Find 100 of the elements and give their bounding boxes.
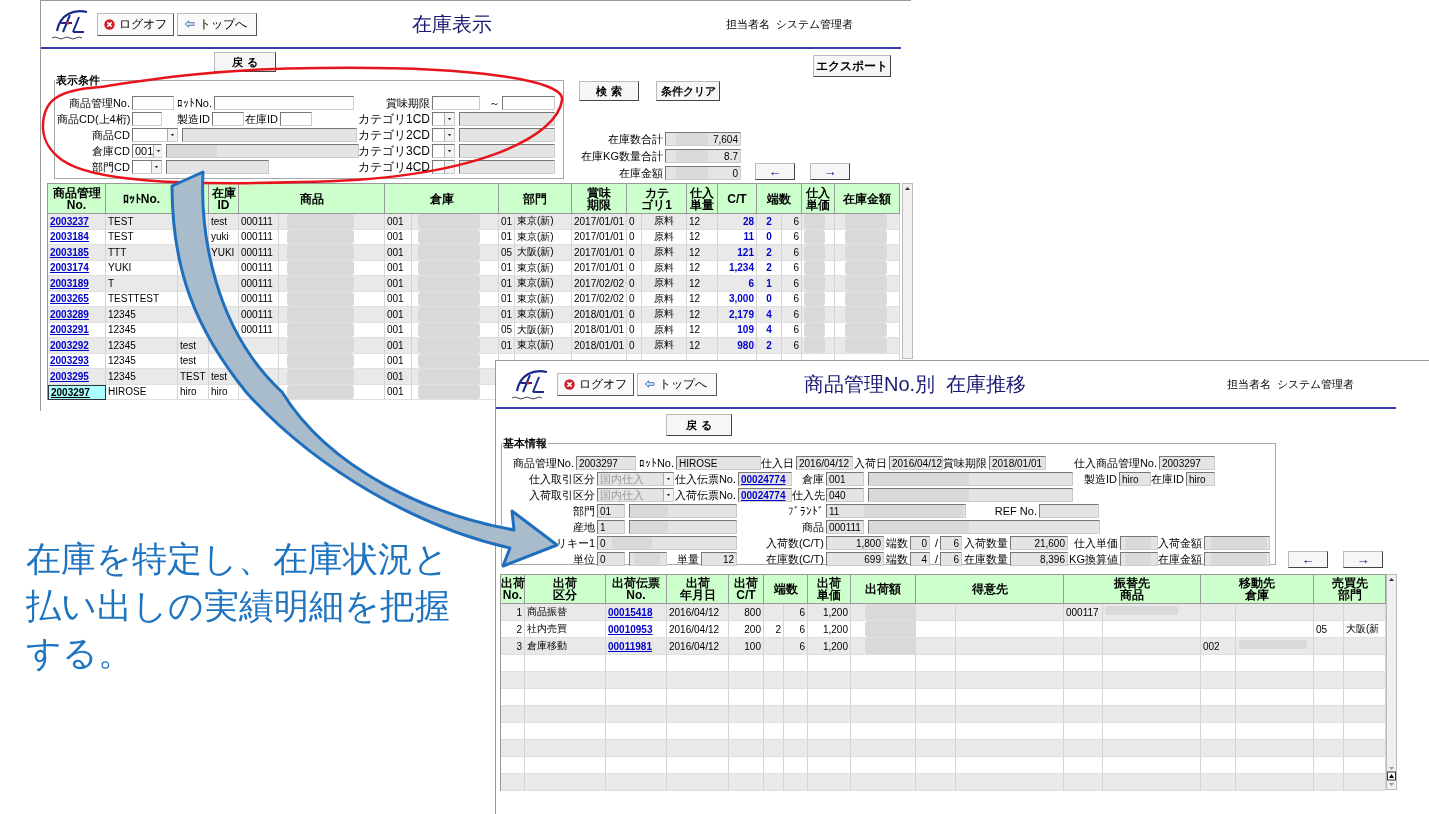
table-cell: 2017/01/01 [572,214,627,230]
output-field: 699 [826,552,884,566]
dropdown[interactable] [432,112,455,126]
input-field[interactable] [132,96,174,110]
link[interactable]: 00011981 [608,640,652,652]
table-cell: 6 [782,276,802,292]
header-text: 年月日 [679,589,716,601]
table-cell [1201,757,1236,774]
search-button[interactable]: 検 索 [579,81,639,101]
logoff-button[interactable]: ログオフ [557,372,634,396]
table-cell [501,655,525,672]
link[interactable]: 2003184 [50,231,89,243]
output-field: 21,600 [1010,536,1068,550]
input-field[interactable] [212,112,244,126]
header-text: 仕入 [690,186,714,199]
link[interactable]: 2003295 [50,370,89,382]
top-button[interactable]: トップへ [637,372,717,396]
next-button[interactable]: → [1343,551,1383,568]
table-cell: 001 [385,369,412,385]
table-cell [667,757,729,774]
caret-icon [444,145,454,157]
link[interactable]: 2003265 [50,293,89,305]
link[interactable]: 00010953 [608,623,653,635]
link[interactable]: 2003289 [50,308,89,320]
table-cell: 12 [687,307,718,323]
header-text: 部門 [523,192,547,205]
input-field[interactable] [132,112,162,126]
table-cell [1201,706,1236,723]
link[interactable]: 2003292 [50,339,89,351]
input-field[interactable] [502,96,555,110]
next-button[interactable]: → [810,163,850,180]
table-cell: 2016/04/12 [667,604,729,621]
link[interactable]: 00024774 [741,473,786,485]
header-text: 仕入 [806,186,830,199]
table-cell: 000117 [1064,604,1103,621]
table-cell [1064,638,1103,655]
table-cell [1344,740,1386,757]
table-cell [1201,672,1236,689]
back-button[interactable]: 戻 る [214,52,276,72]
header-text: 出荷額 [865,583,901,595]
output-field: 000111 [826,520,864,534]
field-label: 倉庫 [801,471,825,487]
table-cell: 01 [499,276,515,292]
table-cell [667,723,729,740]
dropdown[interactable] [132,128,178,142]
clear-button[interactable]: 条件クリア [656,81,720,101]
redaction-mark [612,537,652,549]
field-label: 賞味期限 [385,95,431,111]
top-button[interactable]: トップへ [177,12,257,36]
field-label: / [933,537,939,549]
table-cell [916,774,956,791]
table-cell [764,638,784,655]
dropdown[interactable] [132,160,162,174]
output-field: 0 [597,536,737,550]
output-field: 2016/04/12 [889,456,943,470]
link[interactable]: 2003185 [50,246,89,258]
logoff-button[interactable]: ログオフ [97,12,174,36]
dropdown[interactable] [432,144,455,158]
table-cell [916,757,956,774]
output-field: 8.7 [665,149,741,163]
table-cell: 121 [718,245,757,261]
link[interactable]: 2003293 [50,355,89,367]
caret-icon [444,161,454,173]
export-button[interactable]: エクスポート [813,55,891,77]
input-field[interactable] [214,96,354,110]
table-cell [808,689,851,706]
table-cell: test [178,338,209,354]
scroll-up-icon[interactable] [1387,575,1396,584]
link[interactable]: 2003297 [51,386,90,398]
field-label: ﾛｯﾄNo. [637,457,675,469]
output-field: 1,800 [826,536,884,550]
output-field: 1 [597,520,625,534]
input-field[interactable] [280,112,312,126]
dropdown[interactable]: 001 [132,144,162,158]
table-cell: 6 [782,338,802,354]
previous-button[interactable]: ← [1288,551,1328,568]
link[interactable]: 00015418 [608,606,653,618]
table-cell [501,740,525,757]
link[interactable]: 2003237 [50,215,89,227]
table-cell [784,757,808,774]
input-field[interactable] [432,96,480,110]
back-button[interactable]: 戻 る [666,414,732,436]
table-cell [501,689,525,706]
table-cell: 2017/01/01 [572,245,627,261]
output-field: 001 [826,472,864,486]
link[interactable]: 2003189 [50,277,89,289]
header-text: 賞味 [587,186,611,199]
table-cell [916,740,956,757]
link[interactable]: 2003174 [50,262,89,274]
scrollbar[interactable] [902,183,913,359]
link[interactable]: 00024774 [741,489,786,501]
previous-button[interactable]: ← [755,163,795,180]
table-cell [729,740,764,757]
scrollbar[interactable] [1386,574,1397,790]
scroll-up-icon[interactable] [903,184,912,193]
output-field: 0 [665,166,741,180]
dropdown[interactable] [432,128,455,142]
field-label: 端数 [885,551,909,567]
link[interactable]: 2003291 [50,324,89,336]
output-field: 8,396 [1010,552,1068,566]
